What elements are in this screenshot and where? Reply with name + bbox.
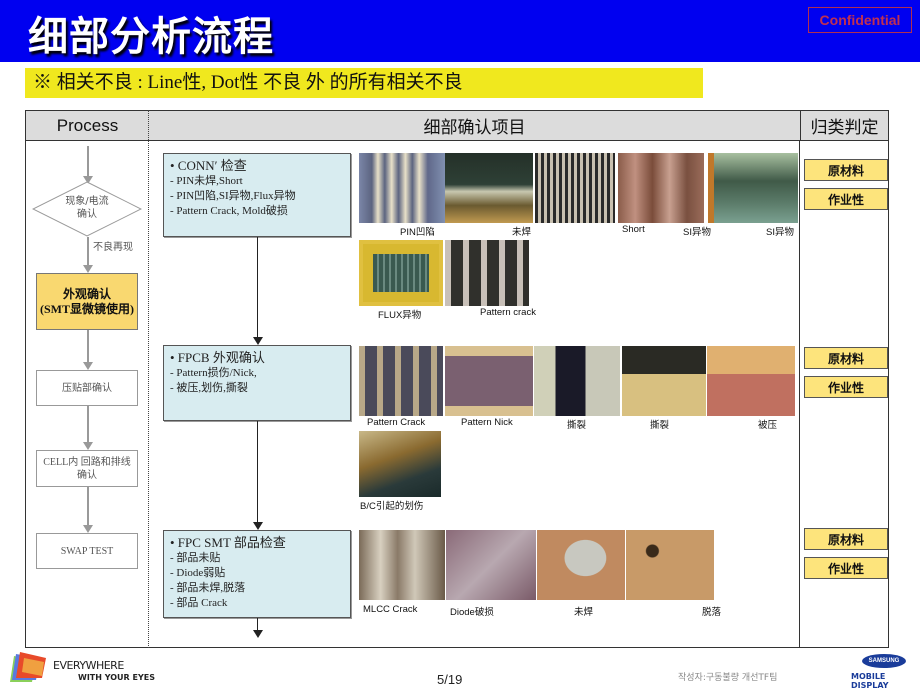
everywhere-logo-icon <box>10 652 46 682</box>
photo-caption: Pattern crack <box>480 307 536 318</box>
slogan-line2: WITH YOUR EYES <box>78 673 155 682</box>
photo-caption: FLUX异物 <box>378 310 422 321</box>
photo-mlcc-crack <box>359 530 445 600</box>
decision-label: 现象/电流 确认 <box>65 196 109 220</box>
column-divider-judge <box>799 140 800 648</box>
photo-caption: 未焊 <box>512 227 532 238</box>
photo-tear-2 <box>622 346 706 416</box>
photo-flux-foreign <box>359 240 443 306</box>
flow-arrow-black <box>252 421 263 530</box>
section-item: - PIN凹陷,SI异物,Flux异物 <box>170 190 296 202</box>
step-cell-circuit-check: CELL内 回路和排线确认 <box>36 450 138 487</box>
note-banner: ※ 相关不良 : Line性, Dot性 不良 外 的所有相关不良 <box>25 68 703 98</box>
slogan-line1: EVERYWHERE <box>53 659 124 672</box>
photo-si-foreign <box>618 153 704 223</box>
flow-arrow-black <box>252 618 263 638</box>
photo-pin-dent <box>359 153 445 223</box>
section-item: - 部品未贴 <box>170 552 221 564</box>
section-title: • FPC SMT 部品检查 <box>170 535 286 550</box>
photo-tear <box>534 346 620 416</box>
step-swap-test: SWAP TEST <box>36 533 138 569</box>
judge-workmanship: 作业性 <box>804 376 888 398</box>
flow-arrow <box>83 146 93 184</box>
photo-caption: SI异物 <box>766 227 794 238</box>
repro-label: 不良再现 <box>93 242 133 253</box>
mobile-display-label: MOBILE DISPLAY <box>851 672 889 690</box>
section-item: - Pattern Crack, Mold破损 <box>170 205 288 217</box>
step-bonding-check: 压贴部确认 <box>36 370 138 406</box>
section-item: - 被压,划伤,撕裂 <box>170 382 248 394</box>
confidential-badge: Confidential <box>808 7 912 33</box>
section-item: - 部品未焊,脱落 <box>170 582 246 594</box>
photo-pattern-crack <box>445 240 529 306</box>
step-visual-check: 外观确认 (SMT显微镜使用) <box>36 273 138 330</box>
photo-bc-scratch <box>359 431 441 497</box>
flow-arrow <box>83 406 93 450</box>
photo-caption: 撕裂 <box>650 420 670 431</box>
column-divider-dotted <box>148 110 149 648</box>
photo-caption: MLCC Crack <box>363 604 418 615</box>
section-title: • FPCB 外观确认 <box>170 350 265 365</box>
photo-pattern-crack-2 <box>359 346 443 416</box>
detail-box-conn: • CONN′ 检查 - PIN未焊,Short - PIN凹陷,SI异物,Fl… <box>163 153 351 237</box>
photo-caption: PIN凹陷 <box>400 227 435 238</box>
author-label: 작성자:구동불량 개선TF팀 <box>678 673 778 683</box>
section-item: - Diode弱贴 <box>170 567 226 579</box>
photo-caption: 未焊 <box>574 607 594 618</box>
flow-arrow-black <box>252 237 263 345</box>
flow-arrow <box>83 237 93 273</box>
judge-raw-material: 原材料 <box>804 347 888 369</box>
photo-caption: B/C引起的划伤 <box>360 501 424 512</box>
photo-caption: Pattern Nick <box>461 417 513 428</box>
judge-raw-material: 原材料 <box>804 159 888 181</box>
header-process: Process <box>26 111 149 141</box>
section-item: - 部品 Crack <box>170 597 228 609</box>
section-item: - Pattern损伤/Nick, <box>170 367 257 379</box>
flow-arrow <box>83 487 93 533</box>
samsung-logo: SAMSUNG <box>862 654 906 668</box>
photo-pattern-nick <box>445 346 533 416</box>
page-title: 细部分析流程 <box>28 14 274 60</box>
detail-box-fpc-smt: • FPC SMT 部品检查 - 部品未贴 - Diode弱贴 - 部品未焊,脱… <box>163 530 351 618</box>
photo-short <box>535 153 615 223</box>
photo-caption: 撕裂 <box>567 420 587 431</box>
photo-si-foreign-2 <box>708 153 798 223</box>
photo-diode-damage <box>446 530 536 600</box>
photo-detached <box>626 530 714 600</box>
photo-unsoldered <box>445 153 533 223</box>
photo-pressed <box>707 346 795 416</box>
header-judgement: 归类判定 <box>800 111 888 141</box>
photo-caption: 被压 <box>758 420 778 431</box>
header-detail-items: 细部确认项目 <box>149 111 800 141</box>
detail-box-fpcb: • FPCB 外观确认 - Pattern损伤/Nick, - 被压,划伤,撕裂 <box>163 345 351 421</box>
flow-arrow <box>83 330 93 370</box>
judge-workmanship: 作业性 <box>804 557 888 579</box>
page-number: 5/19 <box>437 672 463 687</box>
photo-caption: Pattern Crack <box>367 417 426 428</box>
photo-caption: SI异物 <box>683 227 711 238</box>
judge-workmanship: 作业性 <box>804 188 888 210</box>
judge-raw-material: 原材料 <box>804 528 888 550</box>
section-title: • CONN′ 检查 <box>170 158 247 173</box>
photo-caption: Short <box>622 224 645 235</box>
section-item: - PIN未焊,Short <box>170 175 243 187</box>
photo-caption: 脱落 <box>702 607 722 618</box>
photo-caption: Diode破损 <box>450 607 494 618</box>
photo-unsoldered-2 <box>537 530 625 600</box>
